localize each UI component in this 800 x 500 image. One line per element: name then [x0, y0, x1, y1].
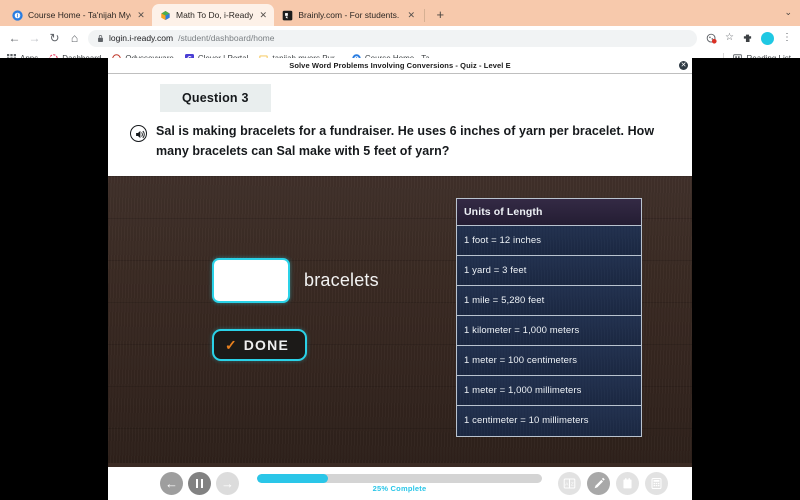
glossary-icon[interactable]: A Z	[558, 472, 581, 495]
playback-controls: ← →	[160, 472, 239, 495]
extensions-icon[interactable]	[742, 33, 753, 44]
cookie-blocked-icon[interactable]	[706, 33, 717, 44]
cube-icon	[161, 10, 170, 20]
quiz-frame: Solve Word Problems Involving Conversion…	[108, 58, 692, 500]
checkmark-icon: ✓	[225, 336, 237, 353]
calculator-icon[interactable]	[645, 472, 668, 495]
tab-close-icon[interactable]: ✕	[258, 10, 268, 20]
notepad-icon[interactable]	[616, 472, 639, 495]
browser-tab-2[interactable]: Brainly.com - For students. By ✕	[274, 4, 423, 26]
kebab-menu-icon[interactable]: ⋮	[782, 33, 792, 43]
tab-title: Math To Do, i-Ready	[176, 10, 254, 20]
tab-close-icon[interactable]: ✕	[136, 10, 146, 20]
answer-unit-label: bracelets	[304, 269, 379, 290]
quiz-titlebar: Solve Word Problems Involving Conversion…	[108, 58, 692, 74]
reload-icon[interactable]: ↻	[48, 32, 61, 44]
forward-arrow-icon[interactable]: →	[216, 472, 239, 495]
star-icon[interactable]: ☆	[725, 33, 734, 43]
progress-fill	[257, 474, 329, 483]
speaker-audio-icon[interactable]	[130, 125, 147, 142]
table-header: Units of Length	[457, 198, 641, 226]
forward-arrow-glyph: →	[221, 476, 234, 491]
wood-board: bracelets ✓ DONE Units of Length 1 foot …	[108, 175, 692, 463]
tab-divider	[424, 9, 426, 22]
svg-text:Z: Z	[571, 481, 574, 487]
forward-icon[interactable]: →	[28, 32, 41, 44]
pencil-icon[interactable]	[587, 472, 610, 495]
done-button-label: DONE	[243, 336, 289, 353]
units-of-length-table: Units of Length 1 foot = 12 inches 1 yar…	[456, 197, 642, 437]
tab-title: Brainly.com - For students. By	[298, 10, 401, 20]
table-row: 1 meter = 1,000 millimeters	[457, 376, 641, 406]
tab-close-icon[interactable]: ✕	[406, 10, 416, 20]
answer-input[interactable]	[212, 257, 290, 303]
pause-icon[interactable]	[188, 472, 211, 495]
iready-icon	[12, 9, 23, 21]
chevron-down-icon[interactable]: ⌄	[784, 7, 792, 18]
tab-title-main: Brainly.com - For students. By	[298, 10, 402, 20]
table-row: 1 kilometer = 1,000 meters	[457, 316, 641, 346]
table-row: 1 meter = 100 centimeters	[457, 346, 641, 376]
tab-title: Course Home - Ta'nijah Myers	[28, 10, 131, 20]
pause-bars	[195, 479, 204, 488]
progress-area: 25% Complete	[257, 474, 542, 493]
table-row: 1 centimeter = 10 millimeters	[457, 406, 641, 436]
table-row: 1 mile = 5,280 feet	[457, 286, 641, 316]
svg-text:A: A	[565, 481, 569, 487]
table-row: 1 foot = 12 inches	[457, 226, 641, 256]
quiz-toolbar: ← → 25% Complete A Z	[108, 467, 692, 500]
answer-row: bracelets	[212, 257, 379, 303]
profile-avatar[interactable]	[761, 31, 774, 45]
browser-tab-0[interactable]: Course Home - Ta'nijah Myers ✕	[4, 4, 152, 26]
question-text: Sal is making bracelets for a fundraiser…	[156, 124, 655, 158]
url-input[interactable]: login.i-ready.com/student/dashboard/home	[88, 29, 698, 47]
browser-tab-1[interactable]: Math To Do, i-Ready ✕	[152, 4, 275, 26]
question-number-badge: Question 3	[160, 84, 271, 112]
address-bar: ← → ↻ ⌂ login.i-ready.com/student/dashbo…	[0, 26, 800, 50]
omnibox-actions: ☆ ⋮	[706, 31, 792, 45]
browser-window: Course Home - Ta'nijah Myers ✕ Math To D…	[0, 0, 800, 500]
close-icon[interactable]: ✕	[679, 61, 688, 70]
url-host: login.i-ready.com	[109, 33, 174, 43]
progress-bar	[257, 474, 542, 483]
home-icon[interactable]: ⌂	[68, 32, 81, 44]
lock-icon	[98, 34, 103, 42]
back-arrow-icon[interactable]: ←	[160, 472, 183, 495]
question-row: Sal is making bracelets for a fundraiser…	[130, 122, 664, 162]
url-path: /student/dashboard/home	[178, 33, 275, 43]
tab-strip: Course Home - Ta'nijah Myers ✕ Math To D…	[0, 0, 800, 26]
quiz-title: Solve Word Problems Involving Conversion…	[289, 61, 511, 70]
done-button[interactable]: ✓ DONE	[212, 328, 307, 361]
progress-label: 25% Complete	[372, 484, 427, 493]
back-arrow-glyph: ←	[165, 476, 178, 491]
back-icon[interactable]: ←	[8, 32, 21, 44]
new-tab-button[interactable]: +	[430, 4, 450, 26]
tool-icons: A Z	[558, 472, 668, 495]
table-row: 1 yard = 3 feet	[457, 256, 641, 286]
quiz-stage: Solve Word Problems Involving Conversion…	[0, 58, 800, 500]
brainly-icon	[283, 10, 293, 20]
question-panel: Question 3 Sal is making bracelets for a…	[108, 74, 692, 176]
